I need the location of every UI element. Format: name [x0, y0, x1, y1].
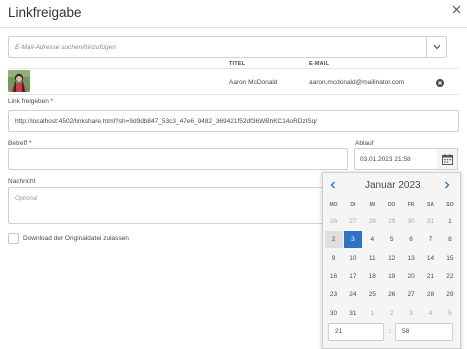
calendar-day[interactable]: 20	[402, 268, 420, 285]
share-link-field[interactable]: http://localhost:4502/linkshare.html?sh=…	[8, 110, 459, 132]
share-link-label: Link freigeben *	[8, 98, 54, 105]
calendar-day[interactable]: 29	[441, 286, 459, 303]
email-search-input[interactable]	[9, 37, 424, 57]
weekday-label: SO	[446, 202, 454, 208]
download-original-checkbox[interactable]	[8, 233, 19, 244]
calendar-day[interactable]: 2	[383, 305, 401, 322]
calendar-day[interactable]: 13	[402, 250, 420, 267]
message-label: Nachricht	[8, 178, 36, 185]
subject-label: Betreff *	[8, 140, 32, 147]
message-placeholder: Optional	[15, 196, 38, 202]
minute-input[interactable]: 58	[395, 323, 453, 341]
calendar-day[interactable]: 31	[422, 213, 440, 230]
calendar-day[interactable]: 25	[363, 286, 381, 303]
link-share-dialog: Linkfreigabe TITEL E-MAIL Aaron McDonald	[0, 0, 467, 349]
calendar-day[interactable]: 21	[422, 268, 440, 285]
expiry-input[interactable]: 03.01.2023 21:58	[354, 148, 438, 170]
calendar-day[interactable]: 4	[422, 305, 440, 322]
calendar-day[interactable]: 28	[363, 213, 381, 230]
calendar-day[interactable]: 14	[422, 250, 440, 267]
calendar-day-grid: 26 27 28 29 30 31 1 2 3 4 5 6 7 8 9 10 11 12 13 14 15 16 17 18 1…	[324, 213, 461, 323]
calendar-day[interactable]: 28	[422, 286, 440, 303]
table-row: Aaron McDonald aaron.mcdonald@mailinator…	[0, 69, 467, 94]
calendar-day[interactable]: 19	[383, 268, 401, 285]
weekday-label: SA	[427, 202, 434, 208]
weekday-header-row: MO DI MI DO FR SA SO	[324, 202, 461, 210]
calendar-day[interactable]: 11	[363, 250, 381, 267]
calendar-day[interactable]: 29	[383, 213, 401, 230]
expiry-value: 03.01.2023 21:58	[360, 156, 411, 163]
chevron-right-icon[interactable]	[442, 181, 452, 191]
remove-circle-icon[interactable]	[436, 79, 444, 87]
hour-input[interactable]: 21	[328, 323, 384, 341]
calendar-day[interactable]: 6	[402, 231, 420, 248]
calendar-day[interactable]: 2	[324, 231, 343, 249]
subject-input[interactable]	[8, 148, 348, 170]
email-search-combobox	[8, 36, 447, 58]
calendar-day[interactable]: 26	[383, 286, 401, 303]
recipient-name: Aaron McDonald	[229, 79, 278, 86]
calendar-day[interactable]: 30	[325, 305, 343, 322]
column-header-email: E-MAIL	[309, 61, 330, 67]
calendar-day[interactable]: 26	[325, 213, 343, 230]
weekday-label: FR	[407, 202, 415, 208]
time-separator: :	[389, 328, 391, 335]
calendar-day[interactable]: 10	[344, 250, 362, 267]
calendar-day[interactable]: 23	[325, 286, 343, 303]
expiry-label: Ablauf	[355, 140, 374, 147]
weekday-label: MO	[329, 202, 338, 208]
avatar	[8, 70, 30, 92]
calendar-day[interactable]: 7	[422, 231, 440, 248]
table-row-divider	[8, 94, 459, 95]
calendar-day[interactable]: 8	[441, 231, 459, 248]
calendar-day[interactable]: 27	[402, 286, 420, 303]
calendar-day[interactable]: 3	[402, 305, 420, 322]
weekday-label: DO	[387, 202, 396, 208]
calendar-day[interactable]: 18	[363, 268, 381, 285]
calendar-icon[interactable]	[437, 148, 458, 170]
dialog-title: Linkfreigabe	[8, 5, 82, 20]
calendar-day[interactable]: 27	[344, 213, 362, 230]
calendar-day[interactable]: 9	[325, 250, 343, 267]
calendar-day[interactable]: 1	[441, 213, 459, 230]
column-header-title: TITEL	[229, 61, 246, 67]
download-original-label: Download der Originaldatei zulassen	[23, 235, 129, 242]
weekday-label: DI	[350, 202, 356, 208]
calendar-day[interactable]: 16	[325, 268, 343, 285]
date-picker-popup: Januar 2023 MO DI MI DO FR SA SO 26 27 28 29 30 31 1…	[322, 172, 461, 349]
weekday-label: MI	[369, 202, 376, 208]
calendar-day[interactable]: 4	[363, 231, 381, 248]
calendar-month-label: Januar 2023	[365, 180, 421, 191]
calendar-day[interactable]: 22	[441, 268, 459, 285]
share-link-value: http://localhost:4502/linkshare.html?sh=…	[15, 118, 317, 125]
chevron-down-icon[interactable]	[426, 37, 447, 57]
calendar-day[interactable]: 15	[441, 250, 459, 267]
calendar-day[interactable]: 30	[402, 213, 420, 230]
message-textarea[interactable]: Optional	[8, 187, 338, 224]
calendar-day[interactable]: 5	[383, 231, 401, 248]
calendar-day-selected[interactable]: 3	[343, 231, 362, 249]
calendar-day[interactable]: 24	[344, 286, 362, 303]
calendar-day[interactable]: 1	[363, 305, 381, 322]
calendar-day[interactable]: 5	[441, 305, 459, 322]
recipient-email: aaron.mcdonald@mailinator.com	[309, 79, 405, 86]
calendar-day[interactable]: 17	[344, 268, 362, 285]
title-divider	[0, 27, 467, 28]
calendar-day[interactable]: 12	[383, 250, 401, 267]
chevron-left-icon[interactable]	[328, 181, 338, 191]
close-icon[interactable]	[449, 3, 463, 17]
calendar-day[interactable]: 31	[344, 305, 362, 322]
